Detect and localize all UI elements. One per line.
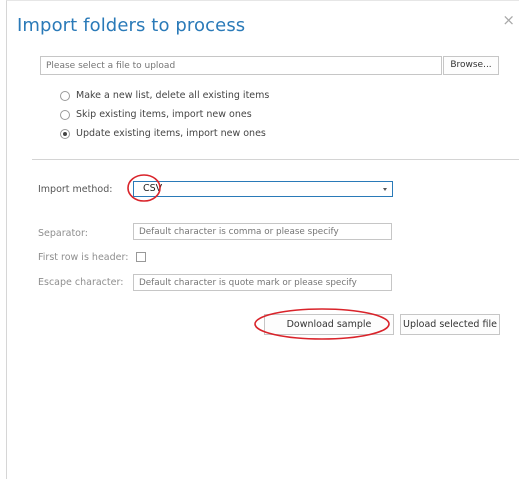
escape-character-input[interactable] — [133, 274, 392, 291]
section-divider — [32, 159, 519, 160]
radio-option-new-list[interactable]: Make a new list, delete all existing ite… — [60, 88, 269, 103]
close-icon[interactable]: × — [502, 13, 515, 28]
radio-label: Make a new list, delete all existing ite… — [76, 90, 270, 101]
import-method-value: CSV — [143, 183, 163, 194]
chevron-down-icon[interactable] — [383, 188, 387, 191]
import-method-label: Import method: — [38, 184, 113, 195]
radio-label: Skip existing items, import new ones — [76, 109, 252, 120]
file-path-input[interactable] — [40, 56, 442, 75]
file-upload-row: Browse... — [40, 56, 501, 75]
import-mode-radio-group: Make a new list, delete all existing ite… — [60, 88, 269, 145]
first-row-header-label: First row is header: — [38, 252, 129, 263]
radio-button[interactable] — [60, 90, 70, 101]
import-dialog: Import folders to process × Browse... Ma… — [6, 0, 519, 479]
radio-button-selected[interactable] — [60, 128, 70, 139]
radio-option-skip-existing[interactable]: Skip existing items, import new ones — [60, 107, 269, 122]
escape-character-label: Escape character: — [38, 277, 124, 288]
radio-button[interactable] — [60, 109, 70, 120]
dialog-title: Import folders to process — [17, 15, 246, 36]
download-sample-button[interactable]: Download sample — [264, 314, 394, 335]
radio-option-update-existing[interactable]: Update existing items, import new ones — [60, 126, 269, 141]
radio-label: Update existing items, import new ones — [76, 128, 266, 139]
separator-input[interactable] — [133, 223, 392, 240]
browse-button[interactable]: Browse... — [443, 56, 499, 75]
first-row-header-checkbox[interactable] — [136, 252, 146, 262]
separator-label: Separator: — [38, 228, 88, 239]
upload-selected-file-button[interactable]: Upload selected file — [400, 314, 500, 335]
import-method-select[interactable]: CSV — [133, 181, 393, 197]
